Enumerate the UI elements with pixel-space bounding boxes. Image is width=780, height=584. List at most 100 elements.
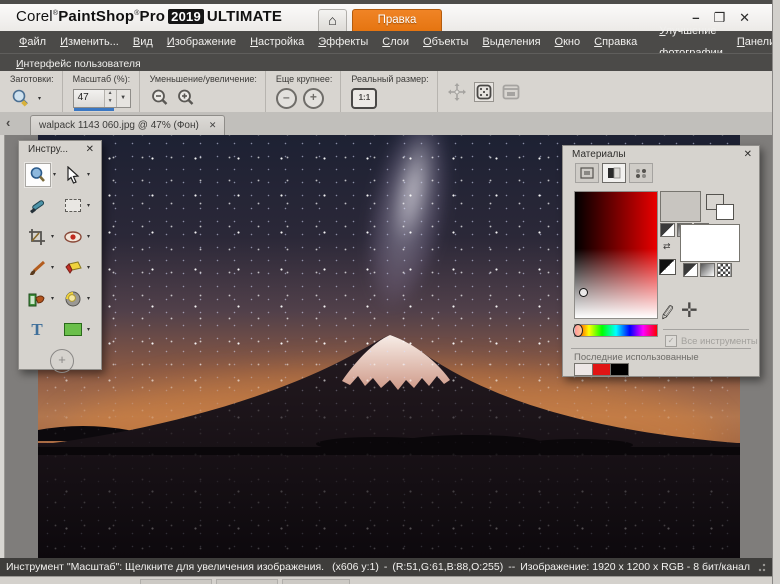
redeye-tool-flyout-icon[interactable]: ▾ xyxy=(87,233,90,240)
bottom-strip-segment xyxy=(282,579,350,584)
app-logo: Corel®PaintShop®Pro2019ULTIMATE xyxy=(16,8,282,25)
menu-window[interactable]: Окно xyxy=(548,31,588,53)
materials-close-icon[interactable]: ✕ xyxy=(744,149,752,160)
color-overlap-swatches[interactable] xyxy=(706,194,742,226)
menu-help[interactable]: Справка xyxy=(587,31,644,53)
pick-tool[interactable]: ▾ xyxy=(61,164,97,186)
bg-pattern-style-icon[interactable] xyxy=(717,263,732,277)
picture-tube-tool[interactable]: ▾ xyxy=(25,288,61,310)
selection-tool-flyout-icon[interactable]: ▾ xyxy=(87,202,90,209)
zoom-inout-group: Уменьшение/увеличение: xyxy=(139,71,265,112)
eraser-tool-flyout-icon[interactable]: ▾ xyxy=(87,264,90,271)
menu-image[interactable]: Изображение xyxy=(160,31,243,53)
zoom-spin-buttons: ▲ ▼ xyxy=(104,90,116,107)
hue-slider[interactable] xyxy=(574,324,658,337)
zoom-dropdown-icon[interactable]: ▼ xyxy=(116,90,130,107)
document-tab-close-icon[interactable]: ✕ xyxy=(209,120,217,131)
menu-layers[interactable]: Слои xyxy=(375,31,416,53)
swap-colors-icon[interactable]: ⇄ xyxy=(663,241,671,252)
crop-tool[interactable]: ▾ xyxy=(25,226,61,248)
tools-palette-close-icon[interactable]: ✕ xyxy=(86,144,94,155)
fit-window-icon[interactable] xyxy=(502,84,520,100)
brush-tool-flyout-icon[interactable]: ▾ xyxy=(51,264,54,271)
materials-tab-frame[interactable] xyxy=(575,163,599,183)
redeye-tool[interactable]: ▾ xyxy=(61,226,97,248)
zoom-tool-flyout-icon[interactable]: ▾ xyxy=(53,171,56,178)
zoom-in-icon[interactable] xyxy=(176,88,196,108)
materials-add-icon[interactable]: ✛ xyxy=(681,298,698,323)
crop-tool-flyout-icon[interactable]: ▾ xyxy=(51,233,54,240)
shape-tool-flyout-icon[interactable]: ▾ xyxy=(87,326,90,333)
materials-panel[interactable]: Материалы ✕ xyxy=(562,145,760,377)
zoom-more-label: Еще крупнее: xyxy=(276,74,333,84)
materials-tab-rainbow[interactable] xyxy=(602,163,626,183)
shape-tool[interactable]: ▾ xyxy=(61,319,97,341)
materials-eyedropper-icon[interactable]: 🖉 xyxy=(659,303,676,327)
recent-swatch-2[interactable] xyxy=(592,363,611,376)
add-tools-button[interactable]: + xyxy=(50,349,74,373)
recent-swatch-3[interactable] xyxy=(610,363,629,376)
fit-image-icon xyxy=(476,84,492,100)
menu-view[interactable]: Вид xyxy=(126,31,160,53)
brush-tool[interactable]: ▾ xyxy=(25,257,61,279)
close-button[interactable]: ✕ xyxy=(739,10,750,26)
resize-grip[interactable] xyxy=(758,562,766,572)
zoom-tool[interactable]: ▾ xyxy=(25,163,61,187)
zoom-in-more-button[interactable]: + xyxy=(303,88,324,109)
text-tool[interactable]: T xyxy=(25,319,61,341)
all-tools-option[interactable]: ✓ Все инструменты xyxy=(665,335,758,347)
all-tools-label: Все инструменты xyxy=(681,336,758,347)
zoom-tool-icon xyxy=(29,166,47,184)
eraser-tool[interactable]: ▾ xyxy=(61,257,97,279)
tools-palette[interactable]: Инстру... ✕ ▾ xyxy=(18,140,102,370)
bg-color-style-icon[interactable] xyxy=(683,263,698,277)
presets-icon[interactable] xyxy=(10,88,32,108)
bg-gradient-style-icon[interactable] xyxy=(700,263,715,277)
presets-dropdown-icon[interactable]: ▾ xyxy=(38,95,41,102)
tools-palette-title: Инстру... xyxy=(28,144,68,155)
selection-tool-icon xyxy=(65,199,81,212)
menu-edit[interactable]: Изменить... xyxy=(53,31,126,53)
materials-tab-swatches[interactable] xyxy=(629,163,653,183)
selection-tool[interactable]: ▾ xyxy=(61,195,97,217)
menu-objects[interactable]: Объекты xyxy=(416,31,475,53)
home-tab[interactable]: ⌂ xyxy=(318,9,347,32)
hue-slider-marker[interactable] xyxy=(573,324,583,337)
picture-tube-flyout-icon[interactable]: ▾ xyxy=(51,295,54,302)
tab-scroll-left-icon[interactable]: ‹ xyxy=(6,115,10,130)
dropper-tool[interactable] xyxy=(25,195,61,217)
spin-up-icon[interactable]: ▲ xyxy=(105,90,116,99)
pan-tool-icon[interactable] xyxy=(448,83,466,101)
color-picker-marker[interactable] xyxy=(579,288,588,297)
materials-titlebar[interactable]: Материалы ✕ xyxy=(563,146,759,161)
pick-tool-flyout-icon[interactable]: ▾ xyxy=(87,171,90,178)
tools-palette-titlebar[interactable]: Инстру... ✕ xyxy=(19,141,101,156)
eraser-tool-icon xyxy=(64,261,82,275)
zoom-percent-group: Масштаб (%): 47 ▲ ▼ ▼ xyxy=(62,71,139,112)
recent-colors-label: Последние использованные xyxy=(574,352,699,363)
document-tab[interactable]: walpack 1143 060.jpg @ 47% (Фон) ✕ xyxy=(30,115,225,135)
menu-selections[interactable]: Выделения xyxy=(475,31,547,53)
fit-image-button[interactable] xyxy=(474,82,494,102)
foreground-swatch[interactable] xyxy=(660,191,701,222)
tab-edit-workspace[interactable]: Правка xyxy=(352,9,442,32)
zoom-spinbox[interactable]: 47 ▲ ▼ ▼ xyxy=(73,89,131,108)
all-tools-checkbox[interactable]: ✓ xyxy=(665,335,677,347)
spin-down-icon[interactable]: ▼ xyxy=(105,98,116,107)
materials-tabs xyxy=(575,163,759,183)
recent-swatch-1[interactable] xyxy=(574,363,593,376)
transparency-toggle-icon[interactable] xyxy=(659,259,676,275)
makeover-tool[interactable]: ▾ xyxy=(61,288,97,310)
menu-effects[interactable]: Эффекты xyxy=(311,31,375,53)
zoom-value[interactable]: 47 xyxy=(74,90,104,107)
background-swatch[interactable] xyxy=(680,224,740,262)
actual-size-icon[interactable]: 1:1 xyxy=(351,88,377,109)
menu-adjust[interactable]: Настройка xyxy=(243,31,311,53)
zoom-out-icon[interactable] xyxy=(150,88,170,108)
zoom-out-more-button[interactable]: – xyxy=(276,88,297,109)
fg-color-style-icon[interactable] xyxy=(660,223,675,237)
document-tab-label: walpack 1143 060.jpg @ 47% (Фон) xyxy=(39,120,199,131)
menu-file[interactable]: Файл xyxy=(12,31,53,53)
saturation-value-picker[interactable] xyxy=(574,191,658,319)
makeover-flyout-icon[interactable]: ▾ xyxy=(87,295,90,302)
